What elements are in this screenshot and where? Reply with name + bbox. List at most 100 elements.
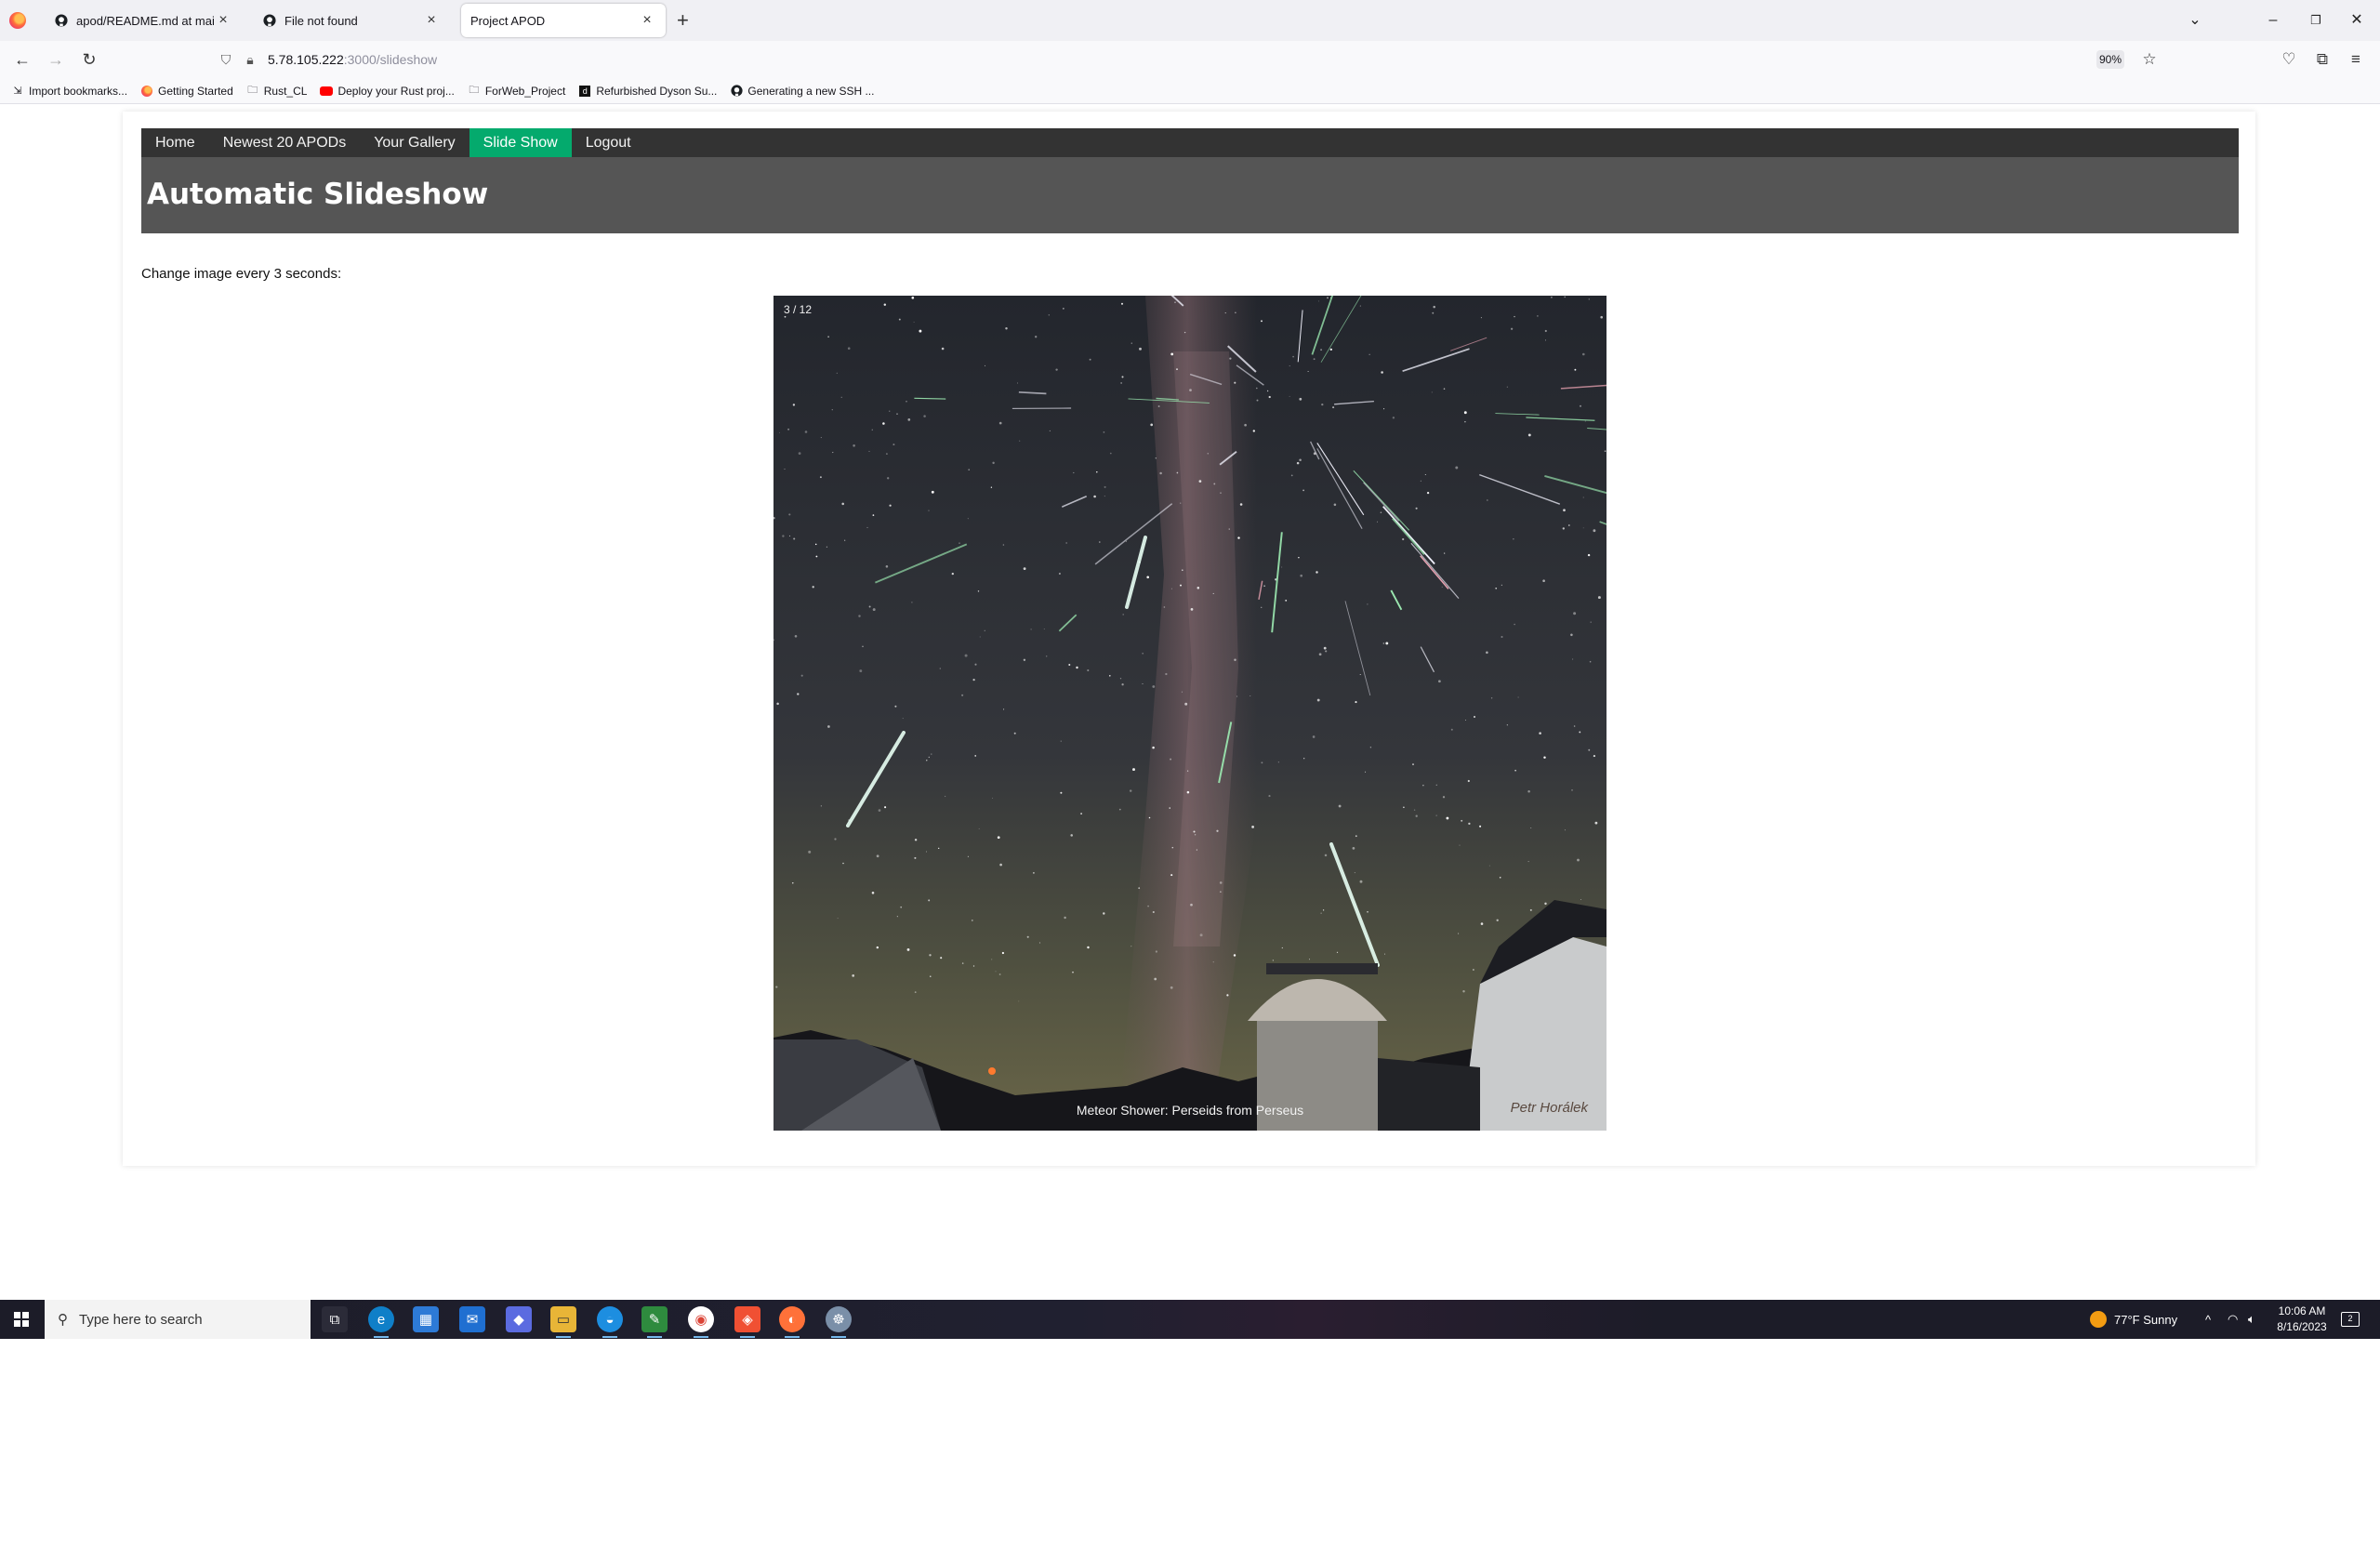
file-explorer-icon[interactable]: ▭ (550, 1306, 576, 1338)
nav-logout[interactable]: Logout (572, 128, 645, 157)
browser-tab-bar: apod/README.md at main · Hi × File not f… (0, 0, 2380, 41)
taskbar-search-box[interactable]: ⚲ Type here to search (45, 1300, 311, 1339)
star (1103, 912, 1105, 915)
star (961, 962, 964, 964)
bookmark-getting-started[interactable]: Getting Started (140, 85, 233, 98)
bookmark-generating-ssh[interactable]: Generating a new SSH ... (730, 85, 874, 98)
weather-widget[interactable]: 77°F Sunny (2090, 1300, 2177, 1339)
reload-icon[interactable]: ↻ (76, 46, 102, 73)
hamburger-menu-icon[interactable]: ≡ (2343, 46, 2369, 73)
close-window-icon[interactable]: ✕ (2343, 7, 2371, 33)
address-bar[interactable]: ⛉ 🔒︎ 5.78.105.222 :3000/slideshow (214, 46, 2129, 73)
star (884, 806, 887, 809)
star (831, 409, 833, 411)
star (967, 518, 969, 520)
shield-icon[interactable]: ⛉ (214, 52, 238, 68)
list-all-tabs-icon[interactable]: ⌄ (2181, 7, 2209, 33)
close-tab-icon[interactable]: × (422, 12, 441, 29)
star (1266, 390, 1269, 392)
tray-chevron-icon[interactable]: ^ (2205, 1300, 2211, 1339)
star (1316, 698, 1320, 702)
volume-icon[interactable]: 🔈︎ (2248, 1300, 2255, 1339)
docker-icon[interactable]: ◒ (597, 1306, 623, 1338)
star (882, 422, 885, 425)
star (1323, 646, 1327, 650)
star (930, 975, 932, 977)
star (1412, 763, 1414, 766)
bookmark-import[interactable]: ⇲ Import bookmarks... (11, 85, 127, 98)
star (1080, 813, 1082, 814)
start-button[interactable] (0, 1300, 43, 1339)
bookmark-rust-cl[interactable]: 🗀 Rust_CL (246, 84, 308, 98)
nav-newest-apods[interactable]: Newest 20 APODs (209, 128, 361, 157)
notification-center-icon[interactable]: 2 (2341, 1300, 2360, 1339)
pocket-icon[interactable]: ♡ (2276, 46, 2302, 73)
star (1380, 511, 1382, 513)
star (1587, 553, 1591, 557)
taskbar-clock[interactable]: 10:06 AM 8/16/2023 (2268, 1304, 2335, 1335)
microsoft-store-icon[interactable]: ▦ (413, 1306, 439, 1332)
star (1450, 728, 1453, 731)
git-icon[interactable]: ◈ (734, 1306, 760, 1338)
close-tab-icon[interactable]: × (638, 12, 656, 29)
star (1338, 804, 1342, 808)
lock-icon[interactable]: 🔒︎ (238, 52, 262, 68)
star (1130, 342, 1132, 344)
close-tab-icon[interactable]: × (214, 12, 232, 29)
bookmark-label: Rust_CL (263, 84, 308, 98)
meteor-streak (914, 397, 946, 400)
star (1032, 871, 1035, 874)
extensions-icon[interactable]: ⧉ (2309, 46, 2335, 73)
star (1237, 536, 1240, 539)
star (1150, 423, 1154, 427)
edge-icon[interactable]: e (368, 1306, 394, 1338)
visual-studio-icon[interactable]: ◆ (506, 1306, 532, 1332)
star (842, 862, 844, 865)
star (1099, 541, 1101, 543)
back-icon[interactable]: ← (9, 46, 35, 73)
new-tab-icon[interactable]: + (677, 9, 689, 32)
tab-project-apod[interactable]: Project APOD × (461, 4, 666, 37)
star (1464, 720, 1466, 721)
wifi-icon[interactable]: ◠ (2228, 1300, 2238, 1339)
star (784, 315, 787, 318)
star (1048, 314, 1050, 316)
star (1317, 300, 1319, 302)
bookmark-forweb-project[interactable]: 🗀 ForWeb_Project (468, 85, 565, 98)
mail-icon[interactable]: ✉ (459, 1306, 485, 1332)
zoom-level[interactable]: 90% (2096, 50, 2124, 69)
app-icon[interactable]: ☸ (826, 1306, 852, 1338)
firefox-icon[interactable]: ◐ (779, 1306, 805, 1338)
chrome-icon[interactable]: ◉ (688, 1306, 714, 1338)
task-view-icon[interactable]: ⧉ (322, 1306, 348, 1332)
browser-nav-bar: ← → ↻ ⛉ 🔒︎ 5.78.105.222 :3000/slideshow … (0, 41, 2380, 78)
star (819, 476, 822, 479)
star (1261, 761, 1263, 764)
minimize-icon[interactable]: – (2259, 7, 2287, 33)
nav-your-gallery[interactable]: Your Gallery (360, 128, 469, 157)
star (1170, 352, 1174, 356)
github-icon (262, 13, 277, 28)
star (1072, 971, 1074, 973)
bookmark-refurbished-dyson[interactable]: d Refurbished Dyson Su... (578, 85, 717, 98)
star (1261, 606, 1263, 608)
nav-slide-show[interactable]: Slide Show (469, 128, 572, 157)
tab-title: Project APOD (470, 13, 546, 28)
tab-apod-readme[interactable]: apod/README.md at main · Hi × (45, 4, 242, 37)
bookmark-deploy-rust[interactable]: Deploy your Rust proj... (320, 85, 455, 98)
star (779, 431, 780, 433)
star (834, 838, 837, 841)
star (1212, 961, 1214, 963)
bookmark-label: Refurbished Dyson Su... (596, 84, 718, 98)
forward-icon[interactable]: → (43, 46, 69, 73)
star (1333, 503, 1337, 507)
tab-file-not-found[interactable]: File not found × (253, 4, 450, 37)
firefox-menu-icon[interactable] (9, 12, 26, 29)
star (951, 572, 954, 576)
star (820, 805, 822, 807)
restore-icon[interactable]: ❐ (2302, 7, 2330, 33)
star (995, 971, 997, 973)
nav-home[interactable]: Home (141, 128, 209, 157)
bookmark-star-icon[interactable]: ☆ (2136, 46, 2162, 73)
notepad-plus-icon[interactable]: ✎ (641, 1306, 668, 1338)
